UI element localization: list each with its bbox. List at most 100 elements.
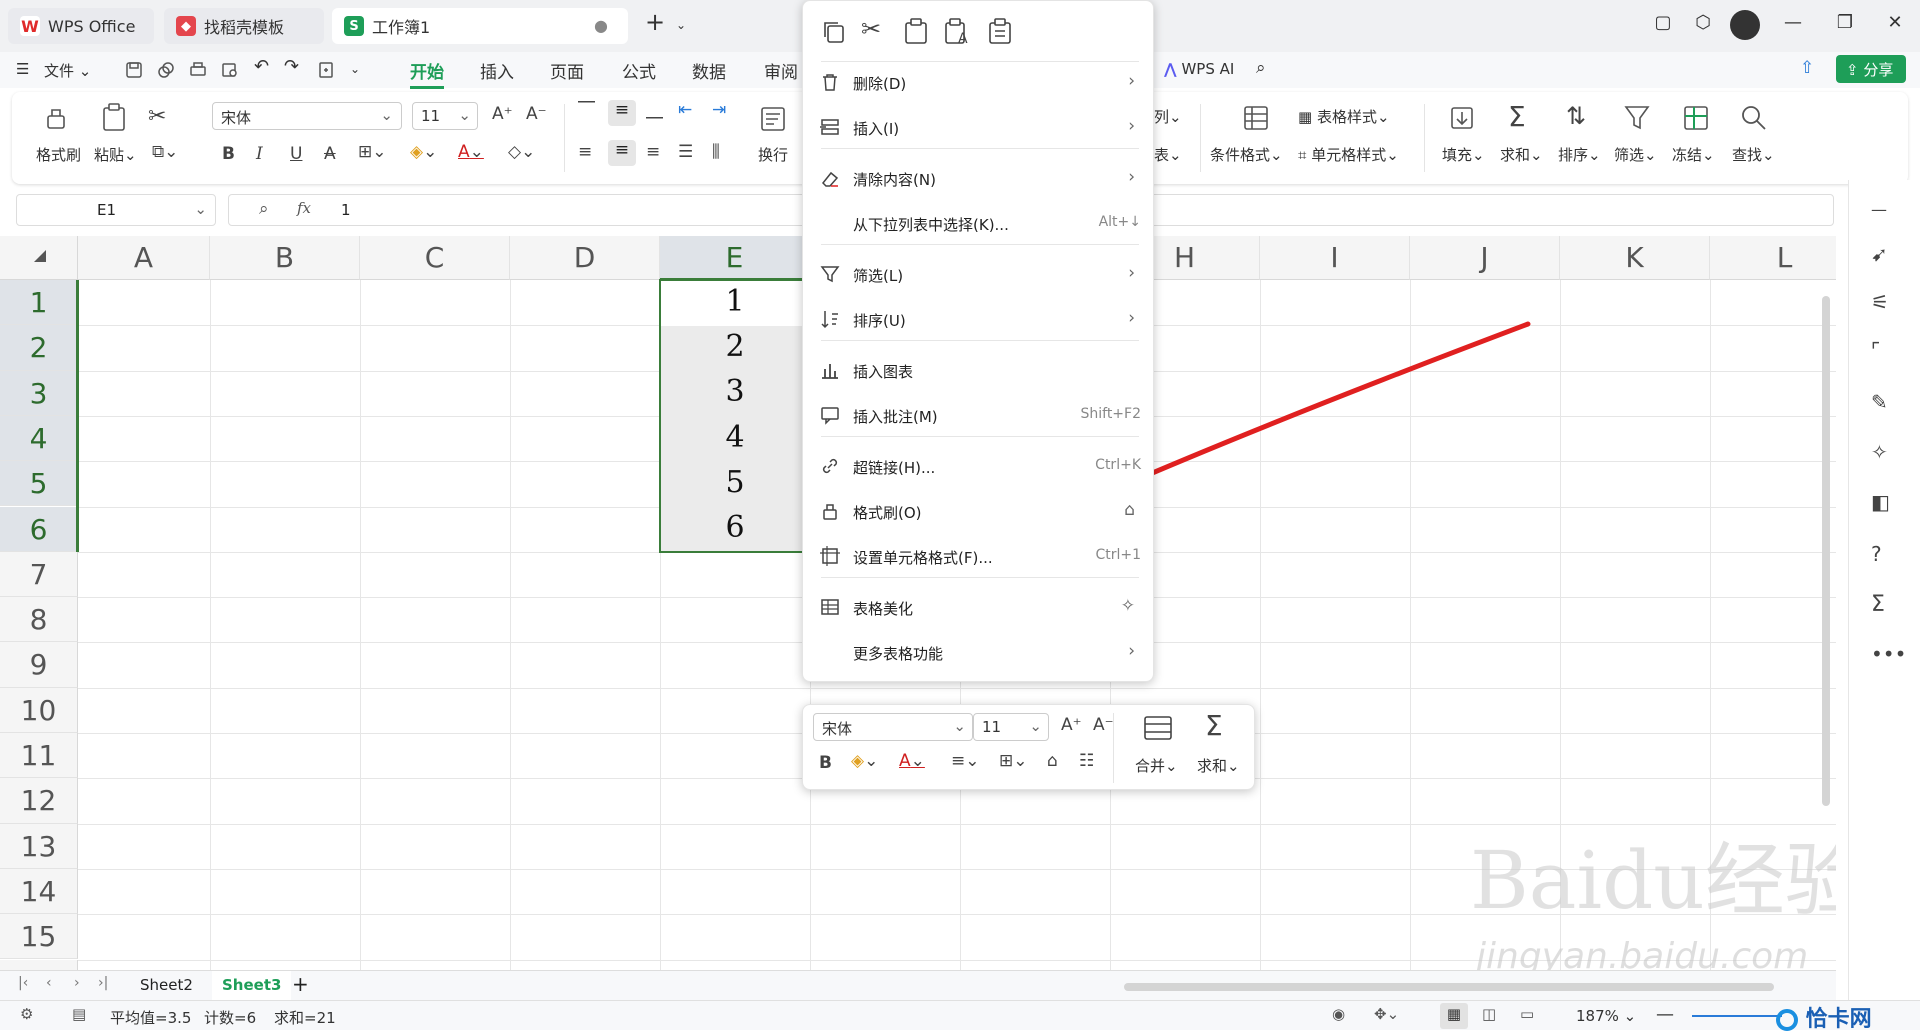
copy-icon[interactable] xyxy=(821,19,847,45)
font-color-icon[interactable]: A⌄ xyxy=(458,142,484,162)
row-header[interactable]: 10 xyxy=(0,687,78,733)
close-icon[interactable]: ✕ xyxy=(1880,12,1910,33)
merge-button[interactable]: 合并⌄ xyxy=(1135,755,1178,776)
paste-special-icon[interactable] xyxy=(987,17,1013,45)
minimize-icon[interactable]: — xyxy=(1778,12,1808,33)
first-sheet-icon[interactable]: |‹ xyxy=(18,975,28,991)
find-icon[interactable] xyxy=(1740,104,1768,132)
pin-format-painter-icon[interactable]: ⌂ xyxy=(1124,500,1135,520)
adjust-icon[interactable]: ⚟ xyxy=(1871,290,1897,316)
context-menu-item[interactable]: 设置单元格格式(F)... Ctrl+1 xyxy=(803,535,1155,579)
last-sheet-icon[interactable]: ›| xyxy=(98,975,108,991)
cell-e1[interactable]: 1 xyxy=(660,284,810,319)
formula-sigma-icon[interactable]: Σ xyxy=(1871,592,1897,618)
new-doc-icon[interactable] xyxy=(316,60,336,80)
zoom-formula-icon[interactable]: ⌕ xyxy=(259,199,269,219)
font-shrink-icon[interactable]: A⁻ xyxy=(526,104,547,124)
paste-icon[interactable] xyxy=(100,102,128,132)
row-header[interactable]: 3 xyxy=(0,370,78,416)
cell-style-button[interactable]: ⌗ 单元格样式⌄ xyxy=(1298,144,1399,165)
wrap-text-icon[interactable] xyxy=(760,106,786,132)
border-icon[interactable]: ⊞⌄ xyxy=(358,142,387,162)
mini-font-name-select[interactable]: 宋体 ⌄ xyxy=(813,713,973,741)
column-header-l[interactable]: L xyxy=(1710,236,1836,280)
column-header-c[interactable]: C xyxy=(360,236,510,280)
mini-sum-button[interactable]: 求和⌄ xyxy=(1197,755,1240,776)
sort-icon[interactable]: ⇅ xyxy=(1566,102,1586,130)
share-button[interactable]: ⇪ 分享 xyxy=(1836,55,1906,83)
format-painter-label[interactable]: 格式刷 xyxy=(36,144,81,165)
vertical-scrollbar[interactable] xyxy=(1822,296,1830,806)
tab-formula[interactable]: 公式 xyxy=(622,58,656,83)
align-right-icon[interactable]: ≡ xyxy=(646,142,660,162)
file-menu[interactable]: 文件 ⌄ xyxy=(44,60,91,81)
bold-icon[interactable]: B xyxy=(222,144,235,164)
italic-icon[interactable]: I xyxy=(256,144,263,164)
strikethrough-icon[interactable]: A xyxy=(324,144,336,164)
fill-color-icon[interactable]: ◈⌄ xyxy=(851,751,878,771)
context-menu-item[interactable]: 从下拉列表中选择(K)... Alt+↓ xyxy=(803,202,1155,246)
tab-data[interactable]: 数据 xyxy=(692,58,726,83)
cell-e2[interactable]: 2 xyxy=(660,329,810,364)
help-icon[interactable]: ? xyxy=(1871,542,1897,568)
column-header-a[interactable]: A xyxy=(78,236,210,280)
zoom-slider[interactable] xyxy=(1692,1015,1782,1017)
cut-icon[interactable]: ✂ xyxy=(148,104,166,129)
macro-icon[interactable]: ⚙ xyxy=(20,1005,33,1023)
sum-button[interactable]: 求和⌄ xyxy=(1500,144,1543,165)
avatar[interactable] xyxy=(1730,10,1760,40)
fx-icon[interactable]: fx xyxy=(297,199,311,217)
context-menu-item[interactable]: 表格美化 ✧ xyxy=(803,586,1155,630)
mini-font-size-select[interactable]: 11 ⌄ xyxy=(973,713,1049,741)
add-sheet-icon[interactable]: + xyxy=(292,972,309,996)
hamburger-icon[interactable]: ☰ xyxy=(16,60,29,78)
row-header[interactable]: 13 xyxy=(0,823,78,869)
search-icon[interactable]: ⌕ xyxy=(1256,58,1266,78)
zoom-level[interactable]: 187% ⌄ xyxy=(1576,1007,1636,1025)
window-layout-icon[interactable]: ▢ xyxy=(1648,12,1678,33)
filter-button[interactable]: 筛选⌄ xyxy=(1614,144,1657,165)
context-menu-item[interactable]: 更多表格功能 › xyxy=(803,631,1155,675)
page-break-icon[interactable]: ▭ xyxy=(1520,1005,1534,1023)
fill-color-icon[interactable]: ◈⌄ xyxy=(410,142,437,162)
view-mode-icon[interactable]: ✥⌄ xyxy=(1374,1005,1399,1023)
freeze-button[interactable]: 冻结⌄ xyxy=(1672,144,1715,165)
sum-icon[interactable]: Σ xyxy=(1205,709,1223,742)
context-menu-item[interactable]: 插入图表 xyxy=(803,349,1155,393)
tab-home[interactable]: 开始 xyxy=(410,58,444,89)
bold-icon[interactable]: B xyxy=(819,753,832,773)
cloud-sync-icon[interactable]: ⇧ xyxy=(1800,58,1814,78)
context-menu-item[interactable]: 删除(D) › xyxy=(803,61,1155,105)
merge-icon[interactable] xyxy=(1143,715,1173,741)
zoom-out-icon[interactable]: — xyxy=(1656,1004,1674,1025)
context-menu-item[interactable]: 超链接(H)... Ctrl+K xyxy=(803,445,1155,489)
sheet-tab[interactable]: Sheet2 xyxy=(140,976,193,994)
page-layout-icon[interactable]: ◫ xyxy=(1482,1005,1496,1023)
format-painter-icon[interactable] xyxy=(42,104,70,132)
prev-sheet-icon[interactable]: ‹ xyxy=(46,975,52,991)
partial-table-label[interactable]: 表⌄ xyxy=(1154,144,1182,165)
normal-view-icon[interactable]: ▦ xyxy=(1440,1003,1468,1029)
tools-icon[interactable]: ✧ xyxy=(1871,440,1897,466)
context-menu-item[interactable]: 排序(U) › xyxy=(803,298,1155,342)
paste-button[interactable]: 粘贴⌄ xyxy=(94,144,137,165)
conditional-format-icon[interactable] xyxy=(1242,104,1270,132)
row-header[interactable]: 7 xyxy=(0,551,78,598)
column-header-b[interactable]: B xyxy=(210,236,360,280)
context-menu-item[interactable]: 清除内容(N) › xyxy=(803,157,1155,201)
fill-icon[interactable] xyxy=(1448,104,1476,132)
cell-e3[interactable]: 3 xyxy=(660,374,810,409)
crop-icon[interactable]: ⌜ xyxy=(1871,338,1897,364)
indent-decrease-icon[interactable]: ⇤ xyxy=(678,100,692,120)
column-header-k[interactable]: K xyxy=(1560,236,1710,280)
paste-icon[interactable] xyxy=(903,17,929,45)
sum-icon[interactable]: Σ xyxy=(1508,100,1526,133)
freeze-icon[interactable] xyxy=(1682,104,1710,132)
partial-column-label[interactable]: 列⌄ xyxy=(1154,106,1182,127)
collapse-panel-icon[interactable]: — xyxy=(1871,200,1897,226)
context-menu-item[interactable]: 筛选(L) › xyxy=(803,253,1155,297)
print-icon[interactable] xyxy=(188,60,208,80)
align-icon[interactable]: ≡⌄ xyxy=(951,751,980,771)
beautify-wand-icon[interactable]: ✧ xyxy=(1121,596,1135,616)
cube-icon[interactable]: ⬡ xyxy=(1688,12,1718,33)
